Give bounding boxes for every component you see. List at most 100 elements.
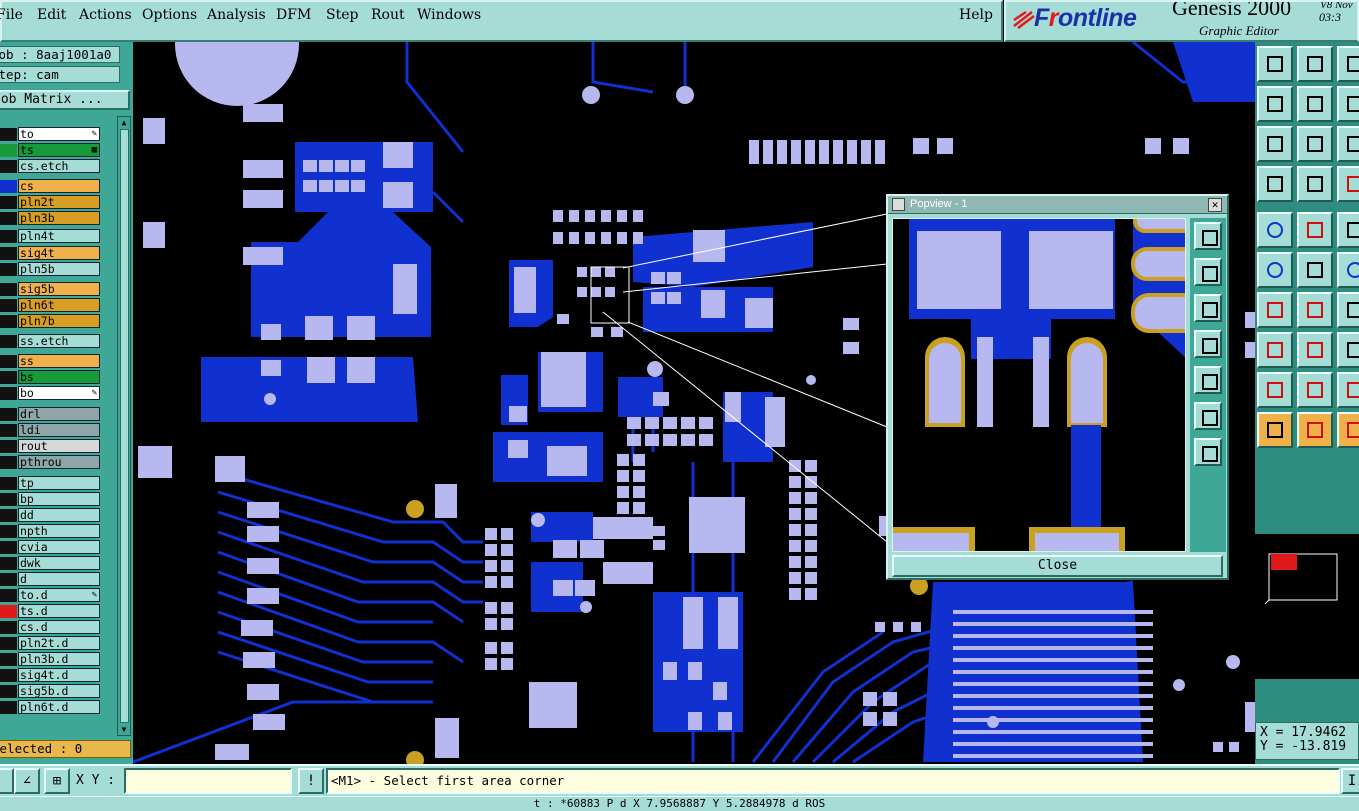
grid-button[interactable]: [1297, 166, 1333, 202]
popview-window[interactable]: Popview - 1 ✕ Close: [886, 194, 1229, 580]
layer-row-ts-d[interactable]: ts.d: [0, 604, 101, 618]
frame-button[interactable]: [1337, 332, 1359, 368]
popview-close-icon[interactable]: ✕: [1208, 198, 1222, 212]
layer-row-ldi[interactable]: ldi: [0, 423, 101, 437]
page-button[interactable]: [1337, 46, 1359, 82]
layer-color-swatch[interactable]: [0, 621, 17, 634]
layer-color-swatch[interactable]: [0, 605, 17, 618]
layer-row-sig4t-d[interactable]: sig4t.d: [0, 668, 101, 682]
net-button[interactable]: [1257, 252, 1293, 288]
zoom-in-button[interactable]: [1297, 126, 1333, 162]
layer-name[interactable]: pln7b: [18, 314, 100, 328]
layer-row-cvia[interactable]: cvia: [0, 540, 101, 554]
triangle-button[interactable]: [1257, 372, 1293, 408]
layer-row-to-d[interactable]: to.d ✎: [0, 588, 101, 602]
layer-name[interactable]: tp: [18, 476, 100, 490]
layer-color-swatch[interactable]: [0, 573, 17, 586]
surface-button[interactable]: [1337, 372, 1359, 408]
layer-list-scrollbar[interactable]: ▲ ▼: [117, 116, 131, 736]
layer-row-cs-etch[interactable]: cs.etch: [0, 159, 101, 173]
layer-name[interactable]: dd: [18, 508, 100, 522]
layer-color-swatch[interactable]: [0, 371, 17, 384]
line-draw-button[interactable]: [1297, 292, 1333, 328]
layer-name[interactable]: ss.etch: [18, 334, 100, 348]
layer-color-swatch[interactable]: [0, 477, 17, 490]
layer-name[interactable]: pthrou: [18, 455, 100, 469]
layer-name[interactable]: ts.d: [18, 604, 100, 618]
layer-name[interactable]: sig4t.d: [18, 668, 100, 682]
layer-color-swatch[interactable]: [0, 424, 17, 437]
line-add-button[interactable]: [1257, 292, 1293, 328]
popview-zoom-in-button[interactable]: [1194, 402, 1222, 430]
layer-name[interactable]: rout: [18, 439, 100, 453]
layer-name[interactable]: to ✎: [18, 127, 100, 141]
layer-name[interactable]: sig5b.d: [18, 684, 100, 698]
layer-color-swatch[interactable]: [0, 263, 17, 276]
layer-name[interactable]: ss: [18, 354, 100, 368]
rotate-button[interactable]: [1337, 86, 1359, 122]
hline-button[interactable]: [1297, 332, 1333, 368]
popview-zoomed-view[interactable]: [892, 218, 1186, 552]
layer-name[interactable]: bp: [18, 492, 100, 506]
layer-color-swatch[interactable]: [0, 299, 17, 312]
ruler-button[interactable]: [1337, 212, 1359, 248]
zoom-1to1-button[interactable]: [1337, 126, 1359, 162]
layer-name[interactable]: dwk: [18, 556, 100, 570]
layer-row-pln6t[interactable]: pln6t: [0, 298, 101, 312]
popview-pan-up-button[interactable]: [1194, 258, 1222, 286]
connect-button[interactable]: [1337, 252, 1359, 288]
layer-row-pln5b[interactable]: pln5b: [0, 262, 101, 276]
layer-row-sig4t[interactable]: sig4t: [0, 246, 101, 260]
layer-name[interactable]: pln3b.d: [18, 652, 100, 666]
layer-color-swatch[interactable]: [0, 230, 17, 243]
menu-edit[interactable]: Edit: [37, 7, 66, 23]
popview-zoom-fit-button[interactable]: [1194, 222, 1222, 250]
layer-color-swatch[interactable]: [0, 541, 17, 554]
info-button[interactable]: I: [1341, 768, 1359, 794]
menu-actions[interactable]: Actions: [79, 7, 132, 23]
layer-name[interactable]: to.d ✎: [18, 588, 100, 602]
popview-pan-left-button[interactable]: [1194, 330, 1222, 358]
layer-color-swatch[interactable]: [0, 180, 17, 193]
layer-name[interactable]: pln2t.d: [18, 636, 100, 650]
popview-title[interactable]: Popview - 1: [888, 196, 1227, 214]
layer-name[interactable]: drl: [18, 407, 100, 421]
layer-row-sig5b[interactable]: sig5b: [0, 282, 101, 296]
layer-row-cs-d[interactable]: cs.d: [0, 620, 101, 634]
scroll-up-icon[interactable]: ▲: [118, 117, 130, 128]
layer-row-pln7b[interactable]: pln7b: [0, 314, 101, 328]
layer-color-swatch[interactable]: [0, 408, 17, 421]
menu-analysis[interactable]: Analysis: [207, 7, 266, 23]
layer-name[interactable]: d: [18, 572, 100, 586]
layer-color-swatch[interactable]: [0, 247, 17, 260]
pad-add-button[interactable]: [1257, 332, 1293, 368]
layer-name[interactable]: cvia: [18, 540, 100, 554]
layer-row-cs[interactable]: cs: [0, 179, 101, 193]
measure-button[interactable]: [1257, 166, 1293, 202]
select-button[interactable]: [1257, 412, 1293, 448]
layer-row-pln3b[interactable]: pln3b: [0, 211, 101, 225]
select-net-button[interactable]: [1337, 412, 1359, 448]
layer-color-swatch[interactable]: [0, 509, 17, 522]
layer-row-bo[interactable]: bo ✎: [0, 386, 101, 400]
exclaim-button[interactable]: !: [298, 768, 324, 794]
menu-file[interactable]: File: [0, 7, 23, 23]
layer-color-swatch[interactable]: [0, 493, 17, 506]
layer-color-swatch[interactable]: [0, 335, 17, 348]
layer-row-sig5b-d[interactable]: sig5b.d: [0, 684, 101, 698]
layer-name[interactable]: pln6t: [18, 298, 100, 312]
layer-color-swatch[interactable]: [0, 315, 17, 328]
layer-name[interactable]: npth: [18, 524, 100, 538]
menu-step[interactable]: Step: [326, 7, 358, 23]
crosshair-icon[interactable]: ⊞: [44, 768, 70, 794]
menu-dfm[interactable]: DFM: [276, 7, 311, 23]
layer-color-swatch[interactable]: [0, 456, 17, 469]
layer-name[interactable]: pln3b: [18, 211, 100, 225]
layer-name[interactable]: bo ✎: [18, 386, 100, 400]
layer-row-dwk[interactable]: dwk: [0, 556, 101, 570]
layer-row-bs[interactable]: bs: [0, 370, 101, 384]
layer-color-swatch[interactable]: [0, 144, 17, 157]
layer-name[interactable]: cs.d: [18, 620, 100, 634]
layer-color-swatch[interactable]: [0, 589, 17, 602]
layer-row-dd[interactable]: dd: [0, 508, 101, 522]
